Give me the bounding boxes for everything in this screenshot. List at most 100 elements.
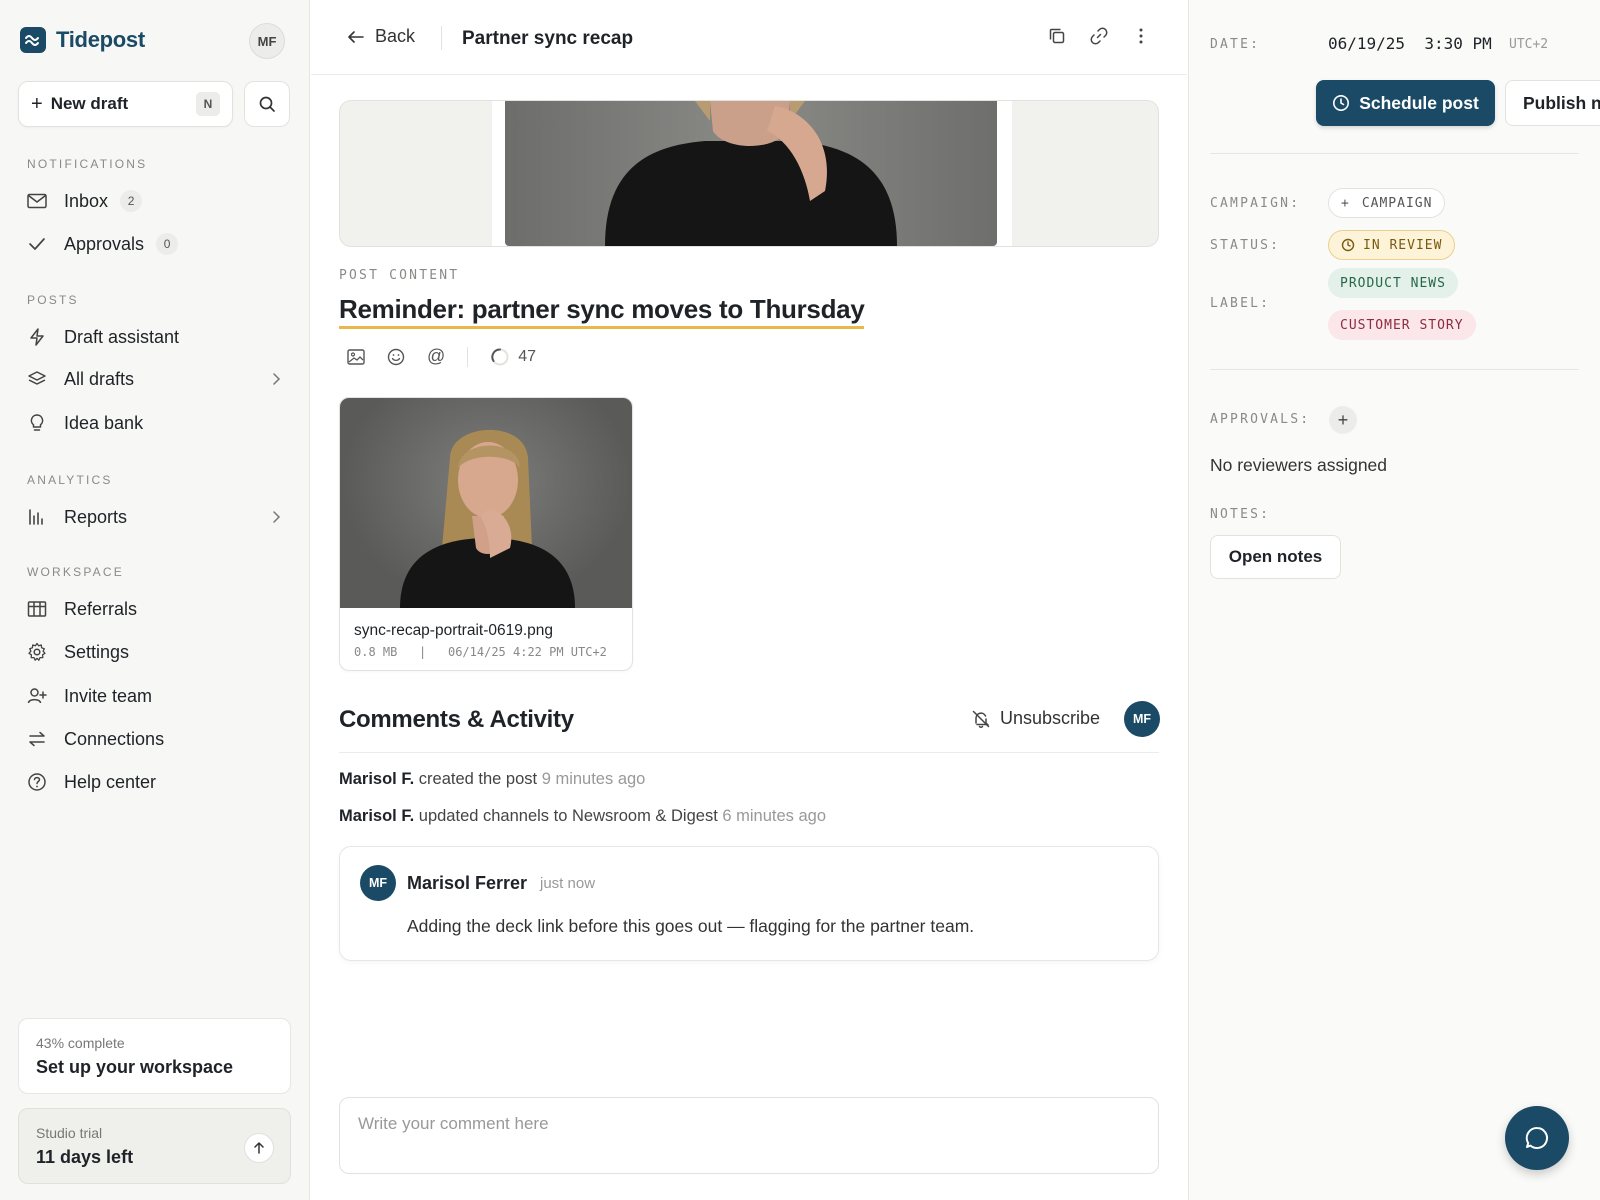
bar-chart-icon [27, 508, 49, 526]
unsubscribe-button[interactable]: Unsubscribe [971, 708, 1100, 729]
publish-now-button[interactable]: Publish now [1505, 80, 1600, 126]
plus-icon: + [1337, 409, 1349, 430]
activity-item: Marisol F. updated channels to Newsroom … [339, 807, 826, 826]
sidebar-item-label: Approvals [64, 233, 145, 254]
trial-card[interactable]: Studio trial 11 days left [18, 1108, 291, 1184]
link-icon[interactable] [1089, 26, 1109, 46]
sidebar-item-label: Referrals [64, 598, 138, 619]
cover-image-banner[interactable] [339, 100, 1159, 247]
user-plus-icon [27, 687, 49, 705]
user-avatar[interactable]: MF [249, 23, 285, 59]
brand-name: Tidepost [56, 27, 145, 52]
inbox-count-badge: 2 [120, 190, 143, 212]
panel-divider [1210, 369, 1579, 370]
sidebar-item-label: Help center [64, 771, 157, 792]
comment-author-avatar: MF [360, 865, 396, 901]
sidebar-item-referrals[interactable]: Referrals [27, 592, 285, 626]
activity-action: updated channels to Newsroom & Digest [418, 807, 718, 825]
sidebar-item-inbox[interactable]: Inbox 2 [27, 184, 285, 218]
status-label: STATUS: [1210, 238, 1281, 253]
brand[interactable]: Tidepost [20, 27, 145, 53]
post-content-label: POST CONTENT [339, 268, 460, 283]
cover-image [505, 101, 997, 246]
image-icon[interactable] [347, 348, 365, 365]
duplicate-icon[interactable] [1047, 26, 1067, 46]
post-title[interactable]: Reminder: partner sync moves to Thursday [339, 294, 865, 329]
topbar-divider [441, 26, 442, 50]
sidebar-item-help-center[interactable]: Help center [27, 765, 285, 799]
add-campaign-button[interactable]: + CAMPAIGN [1328, 188, 1446, 218]
search-button[interactable] [244, 81, 290, 127]
sidebar-item-all-drafts[interactable]: All drafts [27, 362, 285, 396]
unsubscribe-label: Unsubscribe [1000, 708, 1101, 728]
new-draft-button[interactable]: + New draft N [18, 81, 233, 127]
comment-input[interactable]: Write your comment here [339, 1097, 1159, 1174]
sidebar-item-label: Reports [64, 506, 128, 527]
activity-action: created the post [418, 770, 538, 788]
sidebar-item-draft-assistant[interactable]: Draft assistant [27, 320, 285, 354]
notes-label: NOTES: [1210, 507, 1271, 522]
attachment-filename: sync-recap-portrait-0619.png [354, 622, 554, 639]
clock-icon [1333, 95, 1350, 111]
label-tag-product-news[interactable]: PRODUCT NEWS [1328, 268, 1458, 298]
mention-icon[interactable]: @ [427, 346, 445, 367]
lightbulb-icon [27, 413, 49, 433]
setup-progress: 43% complete [36, 1035, 125, 1051]
chevron-right-icon [271, 510, 281, 524]
sidebar-item-label: Invite team [64, 685, 153, 706]
attachment-meta: 0.8 MB | 06/14/25 4:22 PM UTC+2 [354, 645, 607, 659]
activity-item: Marisol F. created the post 9 minutes ag… [339, 770, 645, 789]
plus-icon: + [1341, 195, 1350, 211]
open-notes-button[interactable]: Open notes [1210, 535, 1341, 579]
add-campaign-label: CAMPAIGN [1361, 195, 1433, 211]
sidebar: Tidepost MF + New draft N NOTIFICATIONS … [0, 0, 310, 1200]
sidebar-item-label: Connections [64, 728, 165, 749]
new-draft-label: New draft [50, 94, 129, 113]
schedule-post-button[interactable]: Schedule post [1316, 80, 1495, 126]
emoji-icon[interactable] [387, 348, 405, 366]
nav-section-analytics: ANALYTICS [27, 473, 113, 487]
mail-icon [27, 193, 49, 209]
topbar-actions [1047, 26, 1151, 46]
comments-title: Comments & Activity [339, 706, 574, 733]
sidebar-item-invite-team[interactable]: Invite team [27, 679, 285, 713]
topbar: Back Partner sync recap [311, 0, 1187, 75]
activity-actor: Marisol F. [339, 770, 415, 788]
chat-button[interactable] [1505, 1106, 1569, 1170]
attachment-card[interactable]: sync-recap-portrait-0619.png 0.8 MB | 06… [339, 397, 633, 671]
nav-section-workspace: WORKSPACE [27, 565, 124, 579]
add-reviewer-button[interactable]: + [1329, 406, 1357, 434]
arrow-left-icon [348, 30, 364, 43]
sidebar-item-label: All drafts [64, 368, 135, 389]
page-title: Partner sync recap [462, 28, 634, 49]
sidebar-item-reports[interactable]: Reports [27, 500, 285, 534]
shortcut-badge: N [196, 92, 220, 116]
status-badge[interactable]: IN REVIEW [1328, 230, 1456, 260]
campaign-label: CAMPAIGN: [1210, 196, 1301, 211]
toolbar-divider [467, 346, 469, 367]
comment-author: Marisol Ferrer [407, 873, 528, 893]
date-value[interactable]: 06/19/25 3:30 PM [1328, 34, 1492, 53]
more-vertical-icon[interactable] [1131, 26, 1151, 46]
label-tag-customer-story[interactable]: CUSTOMER STORY [1328, 310, 1476, 340]
comment-card[interactable]: MF Marisol Ferrer just now Adding the de… [339, 846, 1159, 961]
check-icon [27, 236, 49, 252]
setup-workspace-card[interactable]: 43% complete Set up your workspace [18, 1018, 291, 1094]
activity-time: 9 minutes ago [541, 770, 646, 788]
bell-off-icon [972, 710, 990, 728]
panel-divider [1210, 153, 1579, 154]
sidebar-item-settings[interactable]: Settings [27, 635, 285, 669]
arrows-swap-icon [27, 731, 49, 747]
plus-icon: + [31, 92, 43, 115]
back-button[interactable]: Back [347, 26, 415, 47]
date-label: DATE: [1210, 37, 1261, 52]
attachment-size: 0.8 MB [354, 645, 398, 659]
sidebar-item-idea-bank[interactable]: Idea bank [27, 406, 285, 440]
upgrade-button[interactable] [244, 1133, 274, 1163]
sidebar-item-approvals[interactable]: Approvals 0 [27, 227, 285, 261]
character-counter: 47 [490, 347, 536, 367]
subscriber-avatar[interactable]: MF [1124, 701, 1160, 737]
activity-actor: Marisol F. [339, 807, 415, 825]
comment-time: just now [540, 875, 596, 892]
sidebar-item-connections[interactable]: Connections [27, 722, 285, 756]
